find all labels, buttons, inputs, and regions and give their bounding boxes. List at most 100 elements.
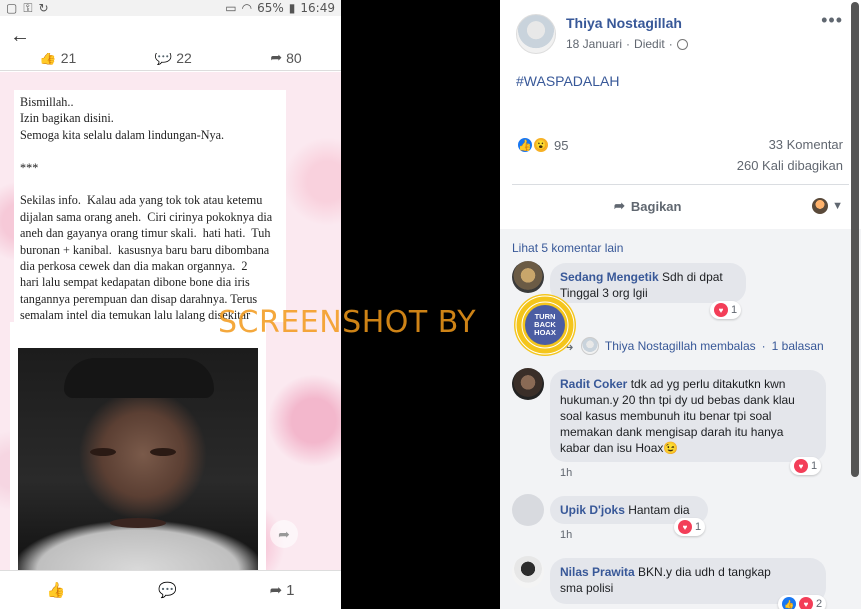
photo-mouth: [110, 518, 166, 528]
post-meta: 18 Januari · Diedit ·: [566, 37, 688, 51]
comment-text: BKN.y dia udh d tangkap: [638, 565, 771, 579]
notification-icon: ▢: [6, 1, 18, 15]
post-text-line: [20, 143, 280, 159]
comment-reactions[interactable]: 👍 ♥ 2: [778, 595, 827, 609]
phone-action-bar: 👍 💬 ➦ 1: [0, 570, 341, 609]
post-text-line: Bismillah..: [20, 95, 74, 109]
reaction-summary[interactable]: 👍 😮 95: [516, 136, 568, 154]
reaction-count: 95: [554, 137, 569, 153]
phone-nav-bar: ←: [0, 16, 341, 56]
thumb-icon: 👍: [39, 53, 57, 65]
share-icon: ➦: [270, 53, 283, 65]
comment-count[interactable]: 💬 22: [155, 53, 192, 66]
author-avatar[interactable]: [516, 14, 556, 54]
share-button[interactable]: ➦ Bagikan: [614, 198, 681, 214]
commenter-name[interactable]: Upik D'joks: [560, 503, 625, 517]
photo-hair: [64, 358, 214, 398]
sim-icon: ▭: [225, 1, 237, 15]
comment-time[interactable]: 1h: [560, 529, 572, 541]
page-avatar: [812, 198, 829, 214]
commenter-name[interactable]: Sedang Mengetik: [560, 270, 659, 284]
post-text-line: buronan + kanibal. kasusnya baru baru di…: [20, 242, 270, 257]
post-text-line: Izin bagikan disini.: [20, 111, 114, 126]
key-icon: ⚿: [23, 0, 33, 15]
photo-eye: [150, 448, 176, 456]
audience-selector[interactable]: ▼: [812, 198, 843, 214]
badge-ring: [515, 295, 575, 355]
comment-icon: 💬: [154, 53, 173, 65]
globe-icon[interactable]: [676, 38, 688, 50]
post-text-line: aneh dan gayanya orang timur skali. hati…: [20, 226, 271, 241]
like-reaction-icon: 👍: [782, 597, 796, 609]
comment-bubble: Sedang Mengetik Sdh di dpat Tinggal 3 or…: [550, 263, 746, 303]
commenter-avatar[interactable]: [512, 368, 544, 400]
comment-button[interactable]: 💬: [158, 581, 177, 599]
mafindo-badge: TURN BACK HOAX: [514, 294, 576, 356]
post-text-line: ***: [20, 160, 39, 175]
watermark-text: SCREENSHOT BY: [218, 305, 477, 340]
post-text-card: Bismillah.. Izin bagikan disini. Semoga ki…: [14, 90, 286, 339]
chevron-down-icon: ▼: [832, 200, 843, 212]
heart-icon: ♥: [794, 459, 808, 473]
clock: 16:49: [300, 1, 335, 15]
battery-percent: 65%: [257, 1, 284, 15]
back-arrow-icon[interactable]: ←: [10, 26, 30, 46]
phone-counts-row: 👍 21 💬 22 ➦ 80: [0, 53, 341, 71]
reply-separator: ·: [761, 339, 766, 353]
comment-text-line: soal kasus membunuh itu benar tpi soal: [560, 409, 772, 423]
photo-card: [10, 322, 266, 570]
post-text-line: Semoga kita selalu dalam lindungan-Nya.: [20, 127, 225, 142]
comment-text-line: memakan dank mengisap darah itu hanya: [560, 425, 784, 439]
comment-reactions[interactable]: ♥ 1: [674, 518, 706, 536]
scrollbar[interactable]: [851, 2, 859, 477]
wow-reaction-icon: 😮: [532, 136, 550, 154]
share-icon: ➦: [614, 198, 625, 213]
reply-author: Thiya Nostagillah membalas: [604, 339, 756, 353]
comment-text-line: sma polisi: [560, 581, 614, 595]
comment-text: tdk ad yg perlu ditakutkn kwn: [630, 377, 786, 391]
commenter-avatar[interactable]: [512, 261, 544, 293]
commenter-name[interactable]: Radit Coker: [560, 377, 627, 391]
like-button[interactable]: 👍: [46, 581, 65, 599]
suspect-photo[interactable]: [18, 348, 258, 570]
edited-label[interactable]: Diedit: [634, 37, 665, 51]
heart-icon: ♥: [799, 597, 813, 609]
post-action-bar: ➦ Bagikan ▼: [512, 184, 849, 228]
thumb-icon: 👍: [46, 582, 66, 599]
reply-summary[interactable]: ↳ Thiya Nostagillah membalas · 1 balasan: [564, 337, 824, 355]
comment-bubble: Radit Coker tdk ad yg perlu ditakutkn kw…: [550, 370, 826, 462]
post-text-line: dia perkosa cewek dan dia makan organnya…: [20, 259, 248, 274]
post-date[interactable]: 18 Januari: [566, 37, 622, 51]
comment-reactions[interactable]: ♥ 1: [710, 301, 742, 319]
share-count[interactable]: ➦ 80: [270, 53, 301, 66]
commenter-avatar[interactable]: [512, 556, 544, 588]
post-hashtag[interactable]: #WASPADALAH: [516, 73, 619, 89]
post-text-line: dijalan sama orang aneh. Ciri cirinya po…: [20, 209, 273, 224]
meta-separator: ·: [626, 37, 631, 51]
view-more-comments-link[interactable]: Lihat 5 komentar lain: [512, 241, 623, 255]
commenter-name[interactable]: Nilas Prawita: [560, 565, 635, 579]
forward-icon[interactable]: ➦: [270, 520, 298, 548]
reply-count: 1 balasan: [771, 339, 824, 353]
meta-separator: ·: [668, 37, 673, 51]
comment-text: Hantam dia: [628, 503, 690, 517]
author-name[interactable]: Thiya Nostagillah: [566, 15, 682, 31]
comment-text-line: hukuman.y 20 thn tpi dy ud bebas dank kl…: [560, 393, 795, 407]
status-bar: ▢ ⚿ ↻ ▭ ◠ 65% ▮ 16:49: [0, 0, 341, 16]
share-button[interactable]: ➦ 1: [270, 581, 295, 600]
shares-count[interactable]: 260 Kali dibagikan: [737, 158, 843, 173]
more-options-icon[interactable]: •••: [821, 10, 843, 31]
heart-icon: ♥: [678, 520, 692, 534]
heart-icon: ♥: [714, 303, 728, 317]
comment-time[interactable]: 1h: [560, 467, 572, 479]
screenshot-composite: ▢ ⚿ ↻ ▭ ◠ 65% ▮ 16:49 ← 👍 21 💬 22 ➦ 80 Bism…: [0, 0, 861, 609]
post-text-line: [20, 176, 280, 192]
sync-icon: ↻: [38, 1, 49, 15]
comment-reactions[interactable]: ♥ 1: [790, 457, 822, 475]
commenter-avatar[interactable]: [512, 494, 544, 526]
comment-text: Sdh di dpat: [662, 270, 723, 284]
comment-text-line: kabar dan isu Hoax😉: [560, 441, 679, 455]
like-count[interactable]: 👍 21: [39, 53, 76, 66]
post-text-line: hari lalu sempat kedapatan dibone bone d…: [20, 275, 250, 290]
comments-count[interactable]: 33 Komentar: [769, 137, 843, 152]
